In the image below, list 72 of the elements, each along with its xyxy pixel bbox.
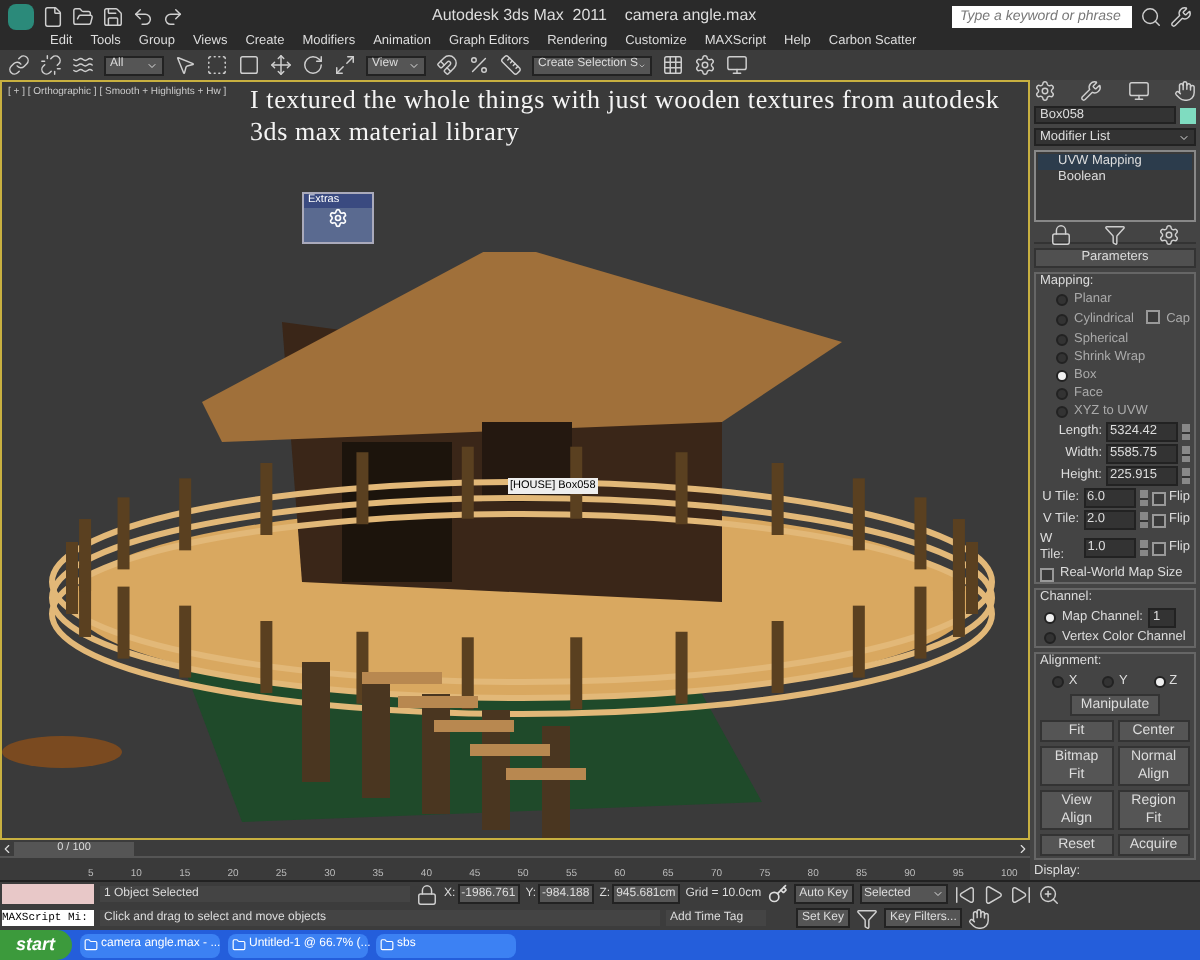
radio-button[interactable] bbox=[1056, 352, 1068, 364]
save-icon[interactable] bbox=[102, 5, 124, 28]
go-to-start-icon[interactable] bbox=[953, 883, 976, 905]
play-icon[interactable] bbox=[981, 883, 1004, 905]
zoom-icon[interactable] bbox=[1037, 883, 1060, 905]
move-icon[interactable] bbox=[270, 54, 292, 77]
next-icon[interactable] bbox=[1016, 841, 1030, 855]
checkbox[interactable] bbox=[1040, 567, 1054, 581]
motion-tab-icon[interactable] bbox=[1173, 80, 1196, 102]
start-button[interactable]: start bbox=[0, 930, 72, 960]
listener-output-field[interactable] bbox=[2, 884, 94, 904]
grid-icon[interactable] bbox=[662, 54, 684, 77]
wrench-icon[interactable] bbox=[1170, 5, 1192, 28]
app-logo-icon[interactable] bbox=[8, 3, 34, 30]
rotate-icon[interactable] bbox=[302, 54, 324, 77]
open-icon[interactable] bbox=[72, 5, 94, 28]
window-icon bbox=[83, 938, 98, 952]
lock-icon[interactable] bbox=[416, 883, 438, 905]
gear-icon[interactable] bbox=[328, 208, 348, 228]
create-tab-icon[interactable] bbox=[1034, 80, 1056, 102]
radio-button[interactable] bbox=[1056, 334, 1068, 346]
caption-text: I textured the whole things with just wooden textures from autodesk 3ds max material library bbox=[250, 84, 1002, 148]
radio-button[interactable] bbox=[1056, 294, 1068, 306]
radio-button[interactable] bbox=[1153, 676, 1166, 688]
checkbox[interactable] bbox=[1151, 541, 1166, 555]
window-icon bbox=[379, 938, 394, 952]
ruler-icon[interactable] bbox=[500, 54, 522, 77]
modify-tab-icon[interactable] bbox=[1080, 80, 1103, 102]
window-crossing-icon[interactable] bbox=[238, 54, 260, 77]
percent-snap-icon[interactable] bbox=[468, 54, 490, 77]
window-icon bbox=[231, 938, 246, 952]
previous-icon[interactable] bbox=[0, 841, 14, 855]
region-select-icon[interactable] bbox=[206, 54, 228, 77]
funnel-icon[interactable] bbox=[856, 907, 879, 929]
search-icon[interactable] bbox=[1140, 5, 1162, 28]
link-icon[interactable] bbox=[8, 54, 30, 77]
radio-button[interactable] bbox=[1056, 314, 1068, 326]
redo-icon[interactable] bbox=[162, 5, 184, 28]
radio-button[interactable] bbox=[1044, 632, 1056, 644]
snap-icon[interactable] bbox=[436, 54, 458, 77]
waves-icon[interactable] bbox=[72, 54, 94, 77]
pan-icon[interactable] bbox=[968, 907, 991, 929]
spinner-icon[interactable] bbox=[1182, 446, 1190, 462]
configure-icon[interactable] bbox=[1158, 223, 1180, 245]
key-icon[interactable] bbox=[767, 884, 788, 904]
new-file-icon[interactable] bbox=[42, 5, 64, 28]
scale-icon[interactable] bbox=[334, 54, 356, 77]
spinner-icon[interactable] bbox=[1139, 540, 1148, 556]
radio-button[interactable] bbox=[1102, 676, 1115, 688]
spinner-icon[interactable] bbox=[1182, 424, 1190, 440]
checkbox[interactable] bbox=[1151, 513, 1166, 527]
select-icon[interactable] bbox=[174, 54, 196, 77]
window-title: Autodesk 3ds Max 2011 camera angle.max bbox=[432, 4, 757, 29]
go-to-end-icon[interactable] bbox=[1009, 883, 1032, 905]
undo-icon[interactable] bbox=[132, 5, 154, 28]
spinner-icon[interactable] bbox=[1139, 512, 1148, 528]
render-frame-icon[interactable] bbox=[726, 54, 748, 77]
object-color-swatch[interactable] bbox=[1180, 107, 1196, 123]
spinner-icon[interactable] bbox=[1139, 490, 1148, 506]
checkbox[interactable] bbox=[1151, 491, 1166, 505]
radio-button[interactable] bbox=[1044, 612, 1056, 624]
radio-button[interactable] bbox=[1056, 388, 1068, 400]
pin-stack-icon[interactable] bbox=[1050, 223, 1072, 245]
radio-button[interactable] bbox=[1056, 406, 1068, 418]
unlink-icon[interactable] bbox=[40, 54, 62, 77]
settings-icon[interactable] bbox=[694, 54, 716, 77]
radio-button[interactable] bbox=[1052, 676, 1065, 688]
checkbox[interactable] bbox=[1146, 310, 1161, 324]
radio-button[interactable] bbox=[1056, 370, 1068, 382]
funnel-icon[interactable] bbox=[1104, 223, 1126, 245]
spinner-icon[interactable] bbox=[1182, 468, 1190, 484]
display-tab-icon[interactable] bbox=[1127, 80, 1150, 102]
